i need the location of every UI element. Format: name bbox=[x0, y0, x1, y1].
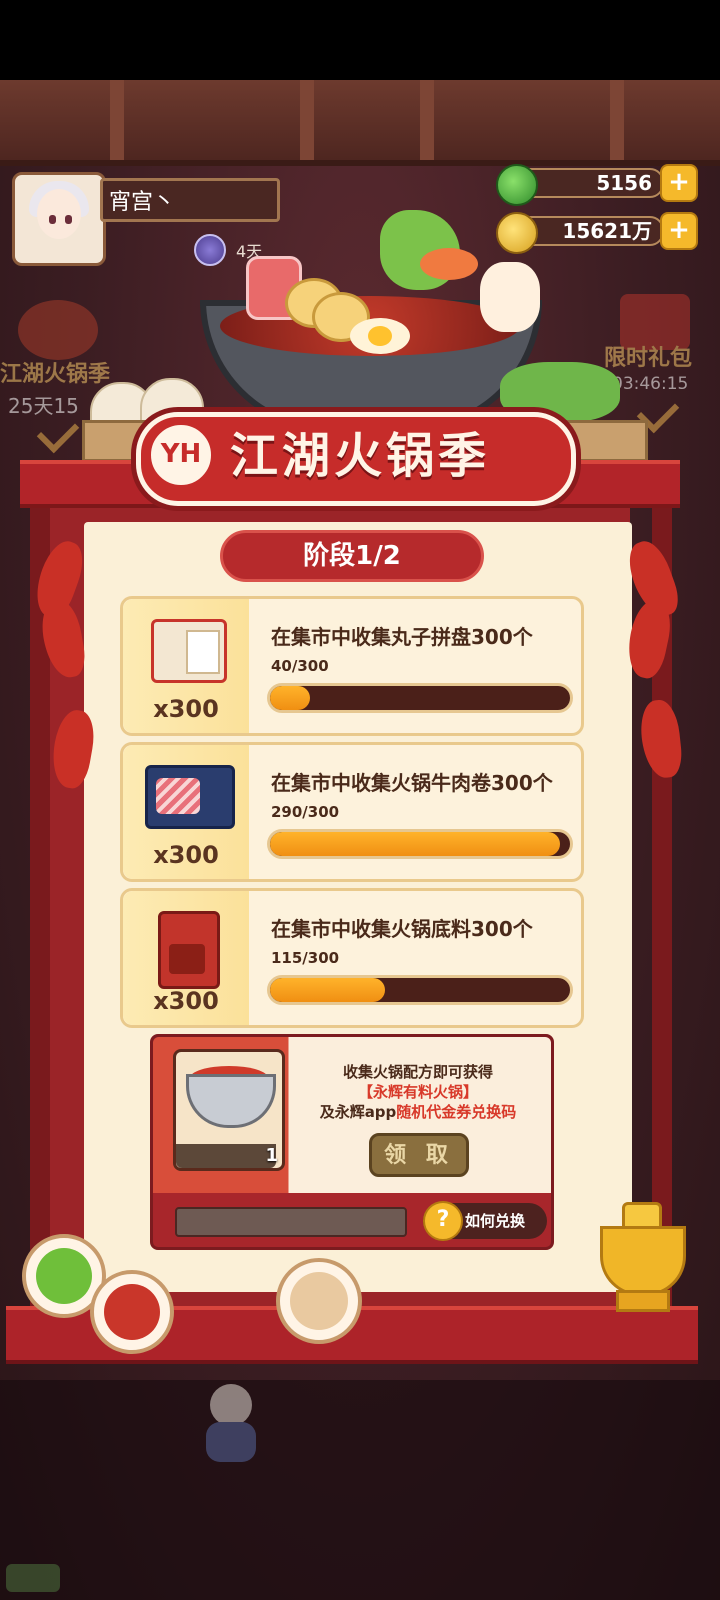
beef-roll-icon bbox=[145, 765, 235, 829]
question-icon: ? bbox=[423, 1201, 463, 1241]
chili-sauce-bowl-icon[interactable] bbox=[90, 1270, 174, 1354]
reward-line-3: 及永辉app随机代金券兑换码 bbox=[293, 1101, 543, 1122]
yh-logo: YH bbox=[146, 420, 216, 490]
claim-button[interactable]: 领 取 bbox=[369, 1133, 469, 1177]
reward-line-1: 收集火锅配方即可获得 bbox=[342, 1063, 493, 1081]
chef-character bbox=[198, 1384, 264, 1464]
task-progress-fill bbox=[270, 686, 310, 710]
status-bar-area bbox=[0, 0, 720, 80]
task-description: 在集市中收集火锅牛肉卷300个 bbox=[271, 771, 553, 795]
green-gem-icon bbox=[496, 164, 538, 206]
avatar[interactable] bbox=[12, 172, 106, 266]
task-quantity: x300 bbox=[153, 987, 219, 1015]
meatball-platter-icon bbox=[151, 619, 227, 683]
reward-line-3-prefix: 及永辉app bbox=[319, 1103, 397, 1121]
event-title: 江湖火锅季 bbox=[230, 428, 491, 484]
side-event-hotpot-label: 江湖火锅季 bbox=[0, 362, 111, 387]
reward-line-3-highlight: 随机代金券兑换码 bbox=[396, 1103, 517, 1121]
side-event-gift-timer: 03:46:15 bbox=[612, 374, 689, 394]
how-to-redeem-label: 如何兑换 bbox=[465, 1212, 526, 1230]
side-event-hotpot-timer: 25天15 bbox=[8, 394, 79, 418]
roof-beam bbox=[0, 80, 720, 166]
hotpot-base-icon bbox=[158, 911, 220, 989]
task-progress-text: 290/300 bbox=[271, 803, 340, 821]
reward-box: 1 收集火锅配方即可获得 【永辉有料火锅】 及永辉app随机代金券兑换码 领 取… bbox=[150, 1034, 554, 1250]
task-quantity: x300 bbox=[153, 695, 219, 723]
task-progress-bar bbox=[267, 683, 573, 713]
vip-badge-icon bbox=[194, 234, 226, 266]
reward-line-2: 【永辉有料火锅】 bbox=[357, 1083, 478, 1101]
task-description: 在集市中收集丸子拼盘300个 bbox=[271, 625, 533, 649]
coin-counter: 15621万 + bbox=[496, 212, 698, 254]
golden-hotpot-trophy-icon[interactable] bbox=[582, 1202, 696, 1312]
task-progress-fill bbox=[270, 978, 385, 1002]
task-progress-fill bbox=[270, 832, 561, 856]
reward-count: 1 bbox=[265, 1145, 278, 1166]
hotpot-icon bbox=[18, 300, 98, 360]
player-name: 宵宫丶 bbox=[100, 178, 280, 222]
add-gems-button[interactable]: + bbox=[660, 164, 698, 202]
side-event-gift-label: 限时礼包 bbox=[604, 346, 693, 371]
gem-counter: 5156 + bbox=[496, 164, 698, 206]
task-description: 在集市中收集火锅底料300个 bbox=[271, 917, 533, 941]
task-card: x300 在集市中收集丸子拼盘300个 40/300 bbox=[120, 596, 584, 736]
task-progress-text: 115/300 bbox=[271, 949, 340, 967]
bottom-dim-area bbox=[0, 1380, 720, 1600]
hotpot-reward-icon: 1 bbox=[173, 1049, 285, 1171]
task-card: x300 在集市中收集火锅牛肉卷300个 290/300 bbox=[120, 742, 584, 882]
redeem-code-field[interactable] bbox=[175, 1207, 407, 1237]
toggle-switch[interactable] bbox=[6, 1564, 60, 1592]
task-card: x300 在集市中收集火锅底料300个 115/300 bbox=[120, 888, 584, 1028]
add-coins-button[interactable]: + bbox=[660, 212, 698, 250]
task-progress-text: 40/300 bbox=[271, 657, 329, 675]
how-to-redeem-button[interactable]: ? 如何兑换 bbox=[423, 1201, 547, 1241]
task-progress-bar bbox=[267, 829, 573, 859]
sesame-sauce-bowl-icon[interactable] bbox=[276, 1258, 362, 1344]
stage-indicator: 阶段1/2 bbox=[220, 530, 484, 582]
coin-icon bbox=[496, 212, 538, 254]
task-quantity: x300 bbox=[153, 841, 219, 869]
task-progress-bar bbox=[267, 975, 573, 1005]
